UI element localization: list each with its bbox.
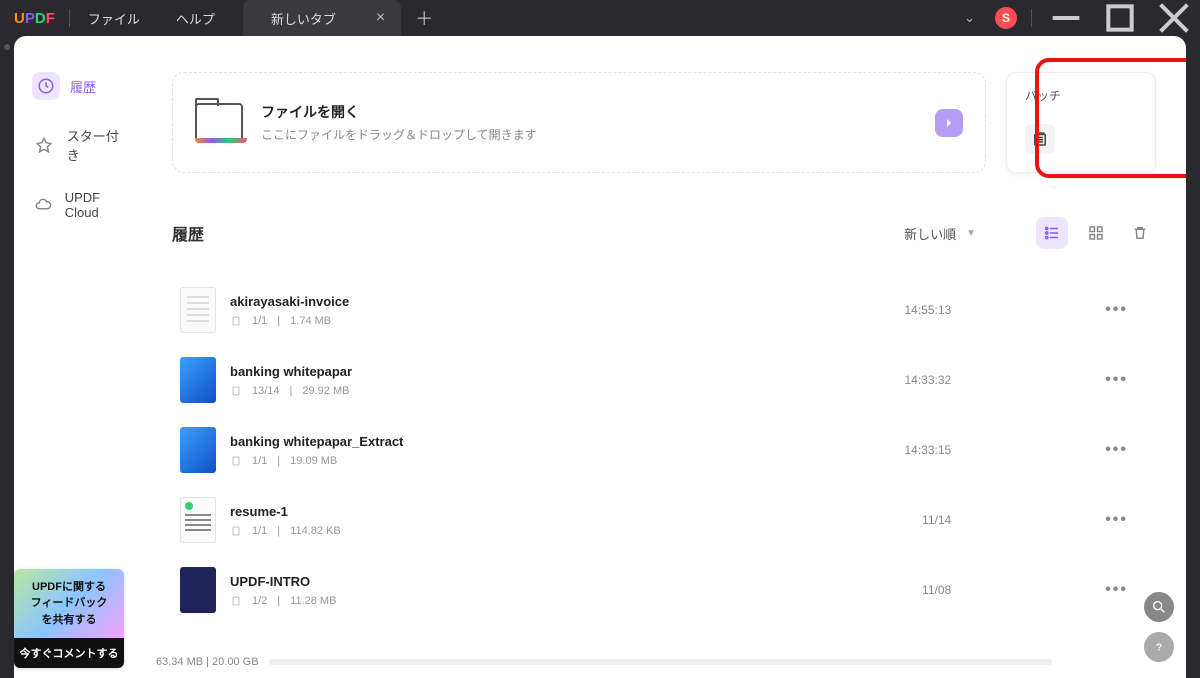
file-meta: 13/14|29.92 MB [230,385,890,397]
window-maximize[interactable] [1100,0,1140,36]
file-more-icon[interactable]: ••• [1105,301,1148,319]
file-thumbnail [180,427,216,473]
file-more-icon[interactable]: ••• [1105,581,1148,599]
open-title: ファイルを開く [261,102,917,122]
file-name: banking whitepapar [230,364,890,379]
batch-card[interactable]: バッチ [1006,72,1156,173]
file-list: akirayasaki-invoice 1/1|1.74 MB 14:55:13 ••… [172,257,1156,625]
file-more-icon[interactable]: ••• [1105,511,1148,529]
file-name: UPDF-INTRO [230,574,908,589]
file-name: resume-1 [230,504,908,519]
view-list-button[interactable] [1036,217,1068,249]
file-time: 14:55:13 [904,303,951,317]
clock-icon [32,72,60,100]
trash-button[interactable] [1124,217,1156,249]
file-time: 14:33:15 [904,443,951,457]
open-arrow-button[interactable] [935,109,963,137]
status-text: 63.34 MB | 20.00 GB [156,656,259,668]
file-meta: 1/1|19.09 MB [230,455,890,467]
file-time: 11/14 [922,513,951,527]
title-bar: UPDF ファイル ヘルプ 新しいタブ × ＋ ⌄ S [0,0,1200,36]
file-row[interactable]: UPDF-INTRO 1/2|11.28 MB 11/08 ••• [172,555,1156,625]
app-body: 履歴 スター付き UPDF Cloud ファイルを開く ここにファイルをドラッグ… [14,36,1186,678]
page-icon [230,525,242,537]
page-icon [230,315,242,327]
file-thumbnail [180,287,216,333]
page-icon [230,455,242,467]
sidebar-label: UPDF Cloud [65,190,124,220]
menu-file[interactable]: ファイル [70,9,158,28]
file-more-icon[interactable]: ••• [1105,441,1148,459]
tab-new[interactable]: 新しいタブ × [243,0,401,36]
user-avatar[interactable]: S [995,7,1017,29]
open-file-card[interactable]: ファイルを開く ここにファイルをドラッグ＆ドロップして開きます [172,72,986,173]
sidebar-item-cloud[interactable]: UPDF Cloud [26,182,130,228]
app-logo: UPDF [0,10,69,27]
menu-help[interactable]: ヘルプ [158,9,233,28]
section-title: 履歴 [172,221,204,245]
file-name: akirayasaki-invoice [230,294,890,309]
file-more-icon[interactable]: ••• [1105,371,1148,389]
file-name: banking whitepapar_Extract [230,434,890,449]
divider [1031,9,1032,27]
feedback-text: UPDFに関する フィードバック を共有する [14,569,124,639]
folder-icon [195,103,243,143]
main-area: ファイルを開く ここにファイルをドラッグ＆ドロップして開きます バッチ 履歴 新… [142,36,1186,678]
sidebar-label: 履歴 [70,77,96,96]
svg-text:?: ? [1156,642,1162,653]
tab-label: 新しいタブ [271,9,336,28]
file-time: 11/08 [922,583,951,597]
new-tab-button[interactable]: ＋ [415,5,433,31]
open-subtitle: ここにファイルをドラッグ＆ドロップして開きます [261,126,917,143]
view-grid-button[interactable] [1080,217,1112,249]
sort-dropdown[interactable]: 新しい順 ▼ [904,224,1036,243]
search-button[interactable] [1144,592,1174,622]
file-time: 14:33:32 [904,373,951,387]
batch-icon [1025,124,1055,154]
sort-label: 新しい順 [904,224,956,243]
page-icon [230,385,242,397]
feedback-banner: UPDFに関する フィードバック を共有する 今すぐコメントする [14,569,124,669]
sidebar-item-history[interactable]: 履歴 [26,64,130,108]
page-icon [230,595,242,607]
batch-title: バッチ [1025,87,1137,104]
file-meta: 1/2|11.28 MB [230,595,908,607]
tab-close-icon[interactable]: × [376,9,385,27]
file-meta: 1/1|114.82 KB [230,525,908,537]
file-row[interactable]: resume-1 1/1|114.82 KB 11/14 ••• [172,485,1156,555]
help-button[interactable]: ? [1144,632,1174,662]
file-thumbnail [180,567,216,613]
chevron-down-icon[interactable]: ⌄ [958,4,981,32]
side-collapse-dot[interactable] [4,44,10,50]
file-meta: 1/1|1.74 MB [230,315,890,327]
file-thumbnail [180,497,216,543]
file-row[interactable]: banking whitepapar 13/14|29.92 MB 14:33:32… [172,345,1156,415]
file-thumbnail [180,357,216,403]
cloud-icon [32,191,55,219]
star-icon [32,131,57,159]
file-row[interactable]: akirayasaki-invoice 1/1|1.74 MB 14:55:13 ••… [172,275,1156,345]
window-minimize[interactable] [1046,0,1086,36]
sidebar-label: スター付き [67,126,124,164]
storage-track [269,659,1052,665]
window-close[interactable] [1154,0,1194,36]
file-row[interactable]: banking whitepapar_Extract 1/1|19.09 MB 14… [172,415,1156,485]
feedback-button[interactable]: 今すぐコメントする [14,638,124,668]
triangle-down-icon: ▼ [966,228,976,239]
status-bar: 63.34 MB | 20.00 GB [156,656,1172,668]
sidebar-item-starred[interactable]: スター付き [26,118,130,172]
